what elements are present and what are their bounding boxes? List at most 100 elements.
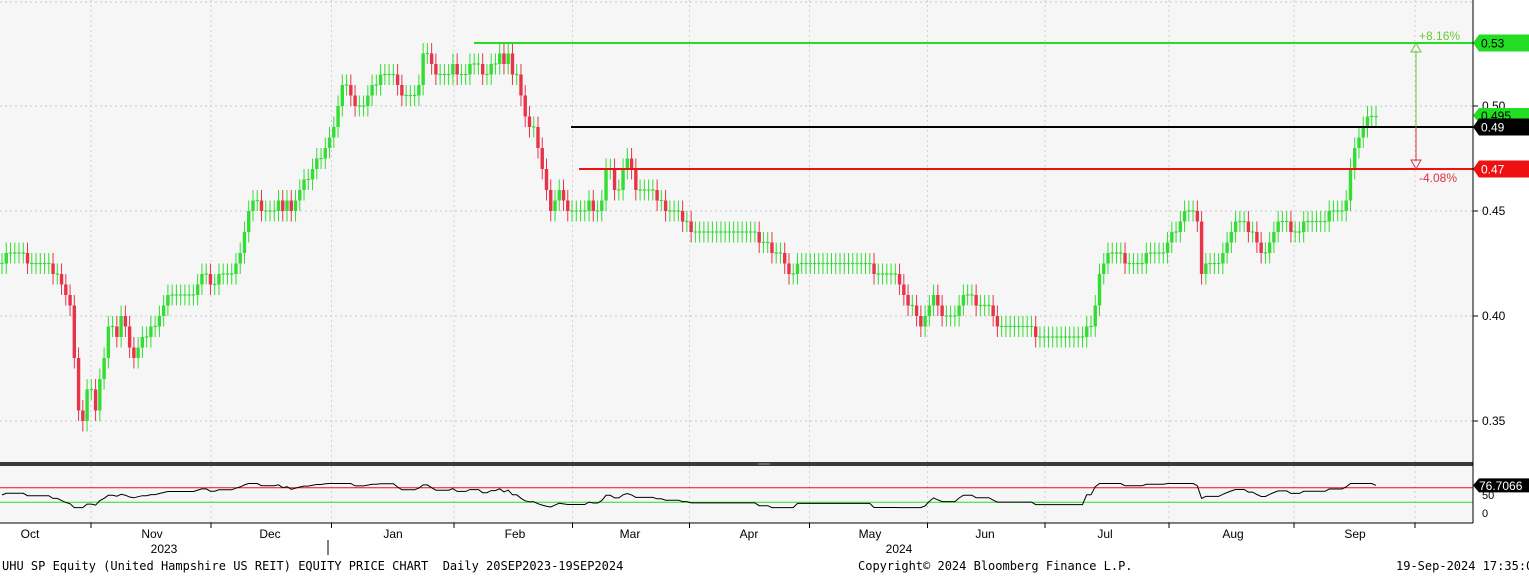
candle-body — [1259, 242, 1263, 253]
candle-body — [161, 305, 166, 316]
candle-body — [259, 200, 264, 211]
candle-body — [621, 169, 625, 190]
candle-body — [595, 210, 600, 212]
candle-body — [30, 262, 34, 265]
candle-body — [783, 253, 787, 264]
candle-body — [1263, 252, 1268, 254]
candle-body — [391, 73, 396, 76]
candle-body — [1374, 115, 1378, 118]
candle-body — [982, 304, 987, 307]
chart-stage: +8.16% -4.08% 76.7066 0.35 0.40 0.45 0.50 0.5… — [0, 0, 1529, 575]
candle-body — [408, 94, 413, 97]
candle-body — [570, 210, 574, 212]
candle-body — [106, 326, 111, 358]
candle-body — [1225, 242, 1229, 253]
candle-body — [1297, 231, 1302, 233]
rsi-tick-label: 0 — [1482, 508, 1488, 520]
downside-pct-label: -4.08% — [1419, 171, 1457, 185]
candle-body — [723, 231, 727, 233]
candle-body — [1148, 252, 1153, 254]
candle-body — [327, 137, 332, 148]
candle-body — [961, 295, 966, 306]
candle-body — [1344, 200, 1348, 211]
x-tick-label-apr: Apr — [740, 527, 759, 541]
candle-body — [1340, 210, 1344, 212]
candle-body — [1178, 221, 1183, 232]
candle-body — [506, 53, 510, 64]
candle-body — [991, 305, 995, 316]
candle-body — [1272, 232, 1276, 243]
candle-body — [1208, 262, 1212, 265]
candle-body — [17, 252, 21, 254]
candle-body — [1012, 325, 1017, 328]
candle-body — [1059, 336, 1063, 338]
candle-body — [212, 283, 217, 286]
candle-body — [536, 127, 540, 148]
candle-body — [115, 326, 119, 337]
candle-body — [230, 273, 234, 275]
candle-body — [446, 73, 451, 76]
candle-body — [1187, 210, 1191, 212]
candle-body — [255, 199, 259, 202]
candle-body — [1323, 220, 1327, 223]
candle-body — [123, 316, 128, 327]
candle-body — [1238, 220, 1242, 223]
candle-body — [578, 210, 583, 212]
candle-body — [1365, 116, 1370, 127]
candle-body — [672, 210, 676, 212]
candle-body — [55, 273, 60, 275]
candle-body — [59, 274, 64, 285]
candle-body — [1051, 336, 1055, 338]
year-label-2023: 2023 — [151, 542, 178, 556]
x-tick-label-may: May — [859, 527, 882, 541]
candle-body — [872, 263, 876, 274]
candle-body — [612, 169, 617, 190]
candle-body — [429, 53, 434, 64]
candle-body — [421, 53, 425, 85]
candle-body — [442, 73, 447, 76]
candle-body — [387, 73, 391, 76]
candle-body — [225, 273, 230, 275]
candle-body — [395, 74, 400, 85]
candle-body — [81, 410, 85, 421]
candle-body — [919, 316, 923, 327]
candle-body — [1191, 210, 1195, 212]
candle-body — [753, 231, 757, 233]
candle-body — [1276, 221, 1280, 232]
candle-body — [846, 262, 851, 265]
x-tick-label-jan: Jan — [383, 527, 402, 541]
candle-body — [748, 231, 753, 233]
candle-body — [178, 294, 183, 296]
candle-body — [851, 262, 855, 265]
candle-body — [361, 105, 366, 107]
candle-body — [1008, 325, 1012, 328]
candle-body — [702, 231, 706, 233]
candle-body — [1021, 325, 1025, 328]
candle-body — [127, 326, 132, 348]
candle-body — [680, 211, 685, 222]
main-panel-background — [0, 0, 1473, 462]
candle-body — [38, 262, 42, 265]
candle-body — [221, 273, 225, 275]
candle-body — [770, 242, 774, 253]
lower-level-tag: 0.47 — [1481, 163, 1505, 177]
candle-body — [247, 211, 251, 232]
x-tick-label-aug: Aug — [1222, 527, 1243, 541]
candle-body — [310, 169, 315, 180]
candle-body — [374, 84, 379, 86]
candle-body — [4, 253, 8, 264]
candle-body — [1153, 252, 1157, 254]
candle-body — [1310, 220, 1314, 223]
candle-body — [1370, 115, 1374, 118]
candle-body — [995, 316, 1000, 327]
candle-body — [1361, 127, 1365, 138]
candle-body — [13, 252, 17, 254]
candle-body — [204, 273, 208, 275]
candle-body — [1068, 336, 1072, 338]
candle-body — [455, 64, 459, 75]
candle-body — [1033, 326, 1038, 337]
candle-body — [897, 274, 902, 285]
candle-body — [268, 210, 272, 212]
candle-body — [8, 252, 13, 254]
candle-body — [1080, 336, 1085, 338]
